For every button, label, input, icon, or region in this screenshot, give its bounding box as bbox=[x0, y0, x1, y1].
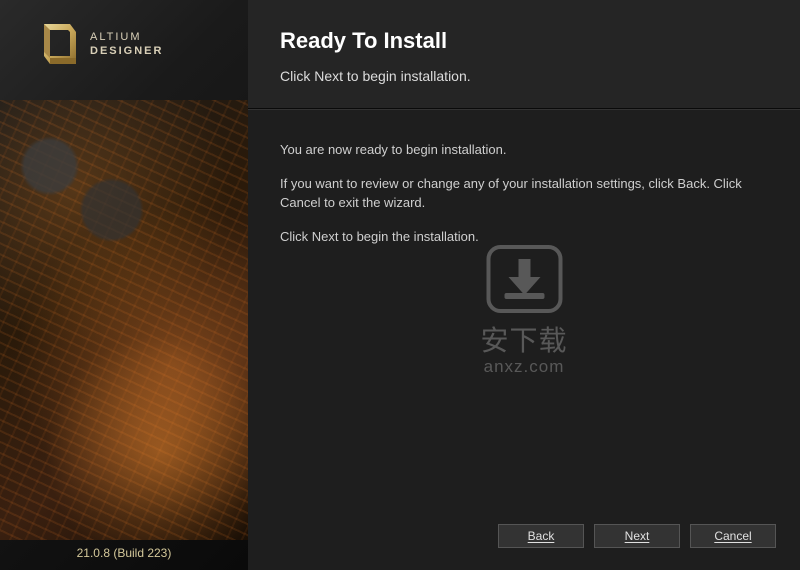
next-button[interactable]: Next bbox=[594, 524, 680, 548]
watermark: 安下载 anxz.com bbox=[480, 245, 567, 377]
watermark-text: 安下载 bbox=[480, 319, 567, 359]
header: Ready To Install Click Next to begin ins… bbox=[248, 0, 800, 109]
main-panel: Ready To Install Click Next to begin ins… bbox=[248, 0, 800, 570]
body-line-3: Click Next to begin the installation. bbox=[280, 227, 768, 247]
body-line-2: If you want to review or change any of y… bbox=[280, 174, 768, 213]
brand-text: ALTIUM DESIGNER bbox=[90, 30, 163, 59]
download-icon bbox=[486, 245, 562, 313]
sidebar: ALTIUM DESIGNER 21.0.8 (Build 223) bbox=[0, 0, 248, 570]
body-line-1: You are now ready to begin installation. bbox=[280, 140, 768, 160]
cancel-button[interactable]: Cancel bbox=[690, 524, 776, 548]
altium-logo-icon bbox=[36, 20, 78, 68]
back-button[interactable]: Back bbox=[498, 524, 584, 548]
footer: Back Next Cancel bbox=[248, 512, 800, 570]
version-label: 21.0.8 (Build 223) bbox=[0, 546, 248, 560]
brand-line1: ALTIUM bbox=[90, 30, 163, 44]
sidebar-artwork bbox=[0, 100, 248, 540]
page-subtitle: Click Next to begin installation. bbox=[280, 68, 768, 84]
brand-logo: ALTIUM DESIGNER bbox=[0, 0, 248, 68]
brand-line2: DESIGNER bbox=[90, 44, 163, 58]
watermark-url: anxz.com bbox=[484, 357, 565, 377]
content-area: You are now ready to begin installation.… bbox=[248, 109, 800, 512]
page-title: Ready To Install bbox=[280, 28, 768, 54]
